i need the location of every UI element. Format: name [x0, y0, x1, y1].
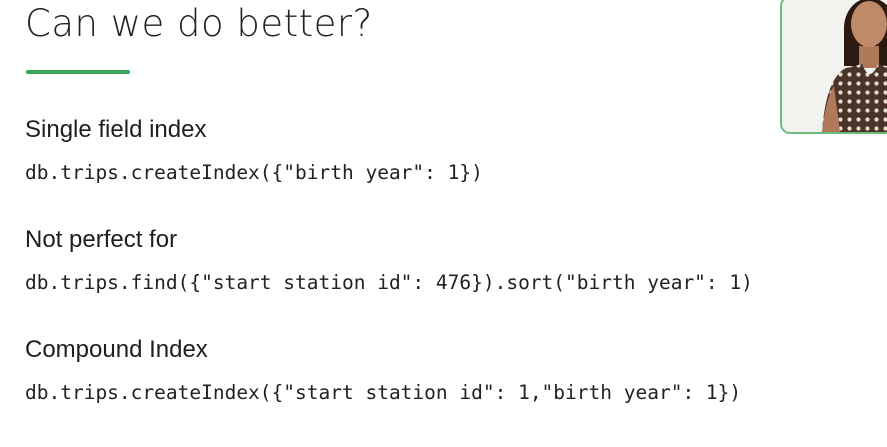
slide: Can we do better? Single field index db.…	[0, 0, 887, 447]
code-find-sort-query: db.trips.find({"start station id": 476})…	[25, 271, 753, 294]
section-heading-compound-index: Compound Index	[25, 336, 208, 363]
title-underline	[26, 70, 130, 74]
code-create-single-index: db.trips.createIndex({"birth year": 1})	[25, 161, 483, 184]
presenter-figure-icon	[782, 0, 887, 132]
code-create-compound-index: db.trips.createIndex({"start station id"…	[25, 381, 742, 404]
section-heading-single-field-index: Single field index	[25, 116, 207, 143]
presenter-video-thumbnail	[780, 0, 887, 134]
slide-title: Can we do better?	[25, 2, 373, 45]
section-heading-not-perfect-for: Not perfect for	[25, 226, 178, 253]
